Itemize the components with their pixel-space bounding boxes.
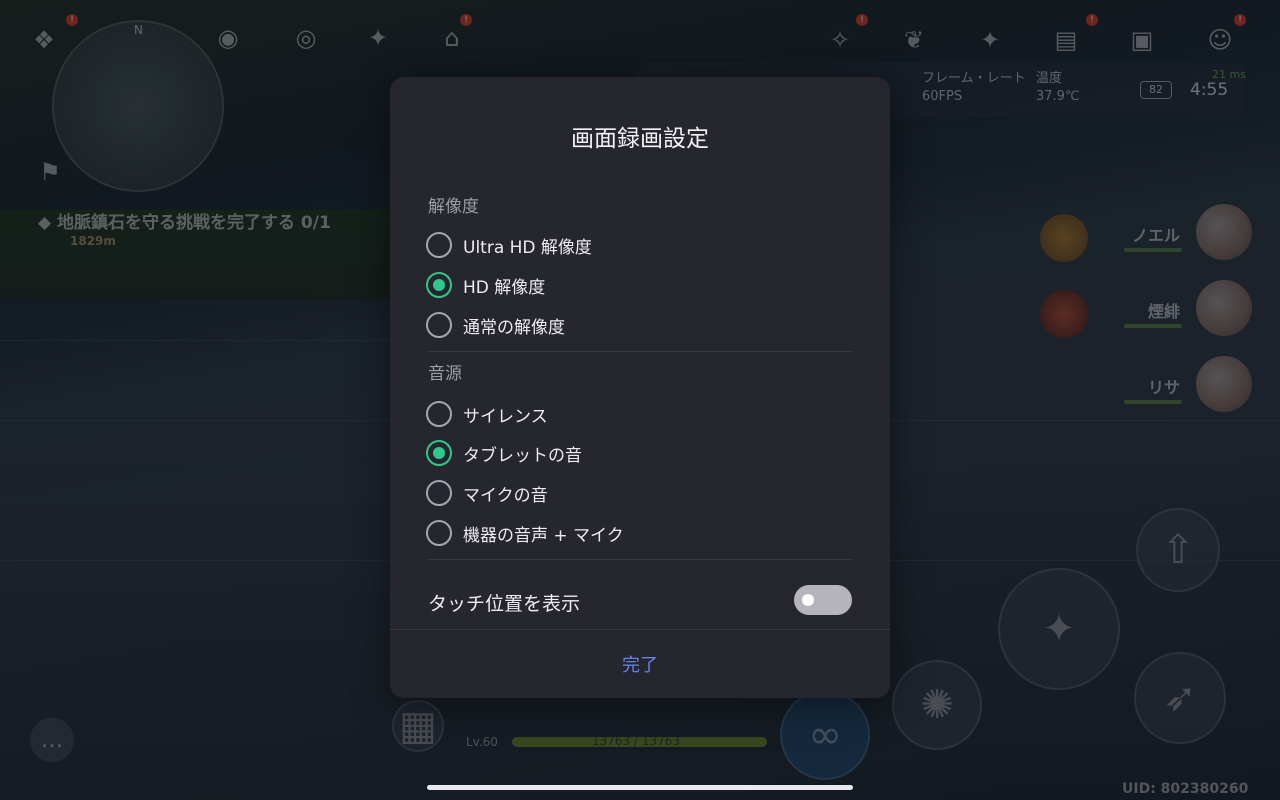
resolution-section-label: 解像度	[428, 197, 479, 217]
audio-section-label: 音源	[428, 364, 462, 384]
option-label: 機器の音声 + マイク	[463, 525, 624, 546]
section-divider	[428, 559, 852, 560]
option-label: 通常の解像度	[463, 317, 565, 338]
audio-option-mic-sound[interactable]: マイクの音	[426, 479, 846, 507]
toggle-knob	[802, 594, 814, 606]
option-label: サイレンス	[463, 406, 548, 427]
radio-button[interactable]	[426, 480, 452, 506]
option-label: HD 解像度	[463, 277, 546, 298]
resolution-option-ultra-hd[interactable]: Ultra HD 解像度	[426, 231, 846, 259]
option-label: マイクの音	[463, 485, 548, 506]
home-indicator[interactable]	[427, 785, 853, 790]
radio-button[interactable]	[426, 401, 452, 427]
option-label: タブレットの音	[463, 445, 582, 466]
radio-button-selected[interactable]	[426, 272, 452, 298]
section-divider	[428, 351, 852, 352]
option-label: Ultra HD 解像度	[463, 237, 592, 258]
resolution-option-normal[interactable]: 通常の解像度	[426, 311, 846, 339]
show-touches-toggle[interactable]	[794, 585, 852, 615]
audio-option-device-and-mic[interactable]: 機器の音声 + マイク	[426, 519, 846, 547]
dialog-title: 画面録画設定	[571, 126, 709, 152]
radio-button[interactable]	[426, 232, 452, 258]
screen-recording-settings-dialog: 画面録画設定 解像度 Ultra HD 解像度 HD 解像度 通常の解像度 音源…	[390, 77, 890, 698]
radio-button-selected[interactable]	[426, 440, 452, 466]
audio-option-tablet-sound[interactable]: タブレットの音	[426, 439, 846, 467]
resolution-option-hd[interactable]: HD 解像度	[426, 271, 846, 299]
show-touches-label: タッチ位置を表示	[428, 593, 581, 615]
done-button[interactable]: 完了	[390, 630, 890, 698]
radio-button[interactable]	[426, 520, 452, 546]
audio-option-silence[interactable]: サイレンス	[426, 400, 846, 428]
radio-button[interactable]	[426, 312, 452, 338]
